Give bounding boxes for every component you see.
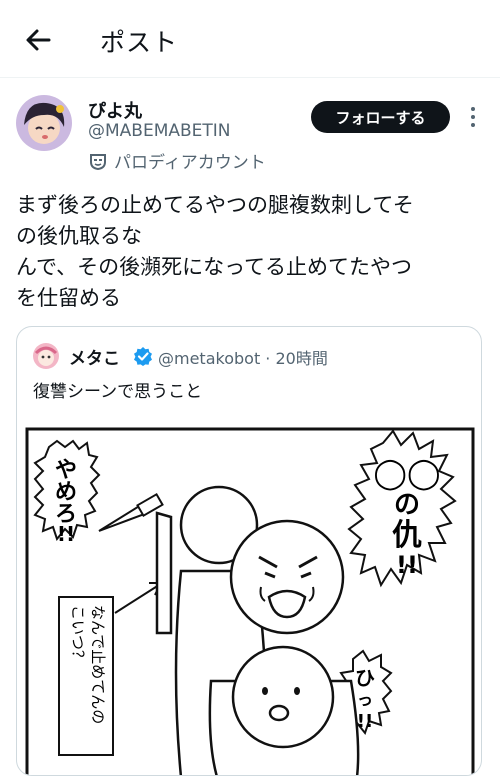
verified-badge-icon bbox=[134, 347, 152, 366]
tweet-line: を仕留める bbox=[16, 286, 121, 310]
comic-image[interactable]: や め ろ !! ◯◯ の 仇 !! なんで止めてんの こいつ？ ひ っ !! bbox=[21, 421, 479, 776]
revenge-shout-char: 仇 bbox=[392, 518, 422, 553]
arrow-left-icon[interactable] bbox=[22, 24, 54, 56]
stop-shout-char: !! bbox=[57, 522, 75, 546]
hiii-shout-char: !! bbox=[357, 711, 373, 732]
thought-text: こいつ？ bbox=[69, 605, 87, 665]
page-title: ポスト bbox=[100, 28, 179, 57]
revenge-shout-char: の bbox=[394, 490, 420, 520]
revenge-shout-char: !! bbox=[396, 551, 418, 579]
hiii-shout-char: ひ bbox=[355, 666, 375, 690]
quote-text: 復讐シーンで思うこと bbox=[33, 382, 203, 402]
tweet-line: まず後ろの止めてるやつの腿複数刺してそ bbox=[16, 193, 414, 217]
quote-handle-time[interactable]: @metakobot · 20時間 bbox=[158, 345, 328, 369]
quote-avatar[interactable] bbox=[33, 343, 59, 369]
top-bar: ポスト bbox=[0, 0, 500, 78]
hiii-shout-char: っ bbox=[357, 690, 373, 709]
angry-figure bbox=[229, 519, 345, 635]
author-name[interactable]: ぴよ丸 bbox=[88, 97, 142, 123]
thought-text: なんで止めてんの bbox=[89, 605, 107, 724]
author-handle[interactable]: @MABEMABETIN bbox=[88, 121, 231, 141]
mask-icon bbox=[90, 153, 106, 170]
revenge-shout-char: ◯◯ bbox=[373, 456, 440, 491]
more-options-icon[interactable] bbox=[466, 104, 480, 130]
quote-author-name[interactable]: メタこ bbox=[69, 344, 120, 369]
avatar[interactable] bbox=[16, 95, 72, 151]
tweet-text: まず後ろの止めてるやつの腿複数刺してそ の後仇取るな んで、その後瀕死になってる… bbox=[16, 190, 486, 314]
tweet-line: んで、その後瀕死になってる止めてたやつ bbox=[16, 255, 413, 279]
follow-button[interactable]: フォローする bbox=[311, 101, 450, 133]
quoted-post[interactable]: メタこ @metakobot · 20時間 復讐シーンで思うこと や め ろ !… bbox=[16, 326, 482, 776]
parody-label: パロディアカウント bbox=[114, 153, 266, 173]
tweet-line: の後仇取るな bbox=[16, 224, 142, 248]
parody-badge: パロディアカウント bbox=[88, 148, 266, 173]
